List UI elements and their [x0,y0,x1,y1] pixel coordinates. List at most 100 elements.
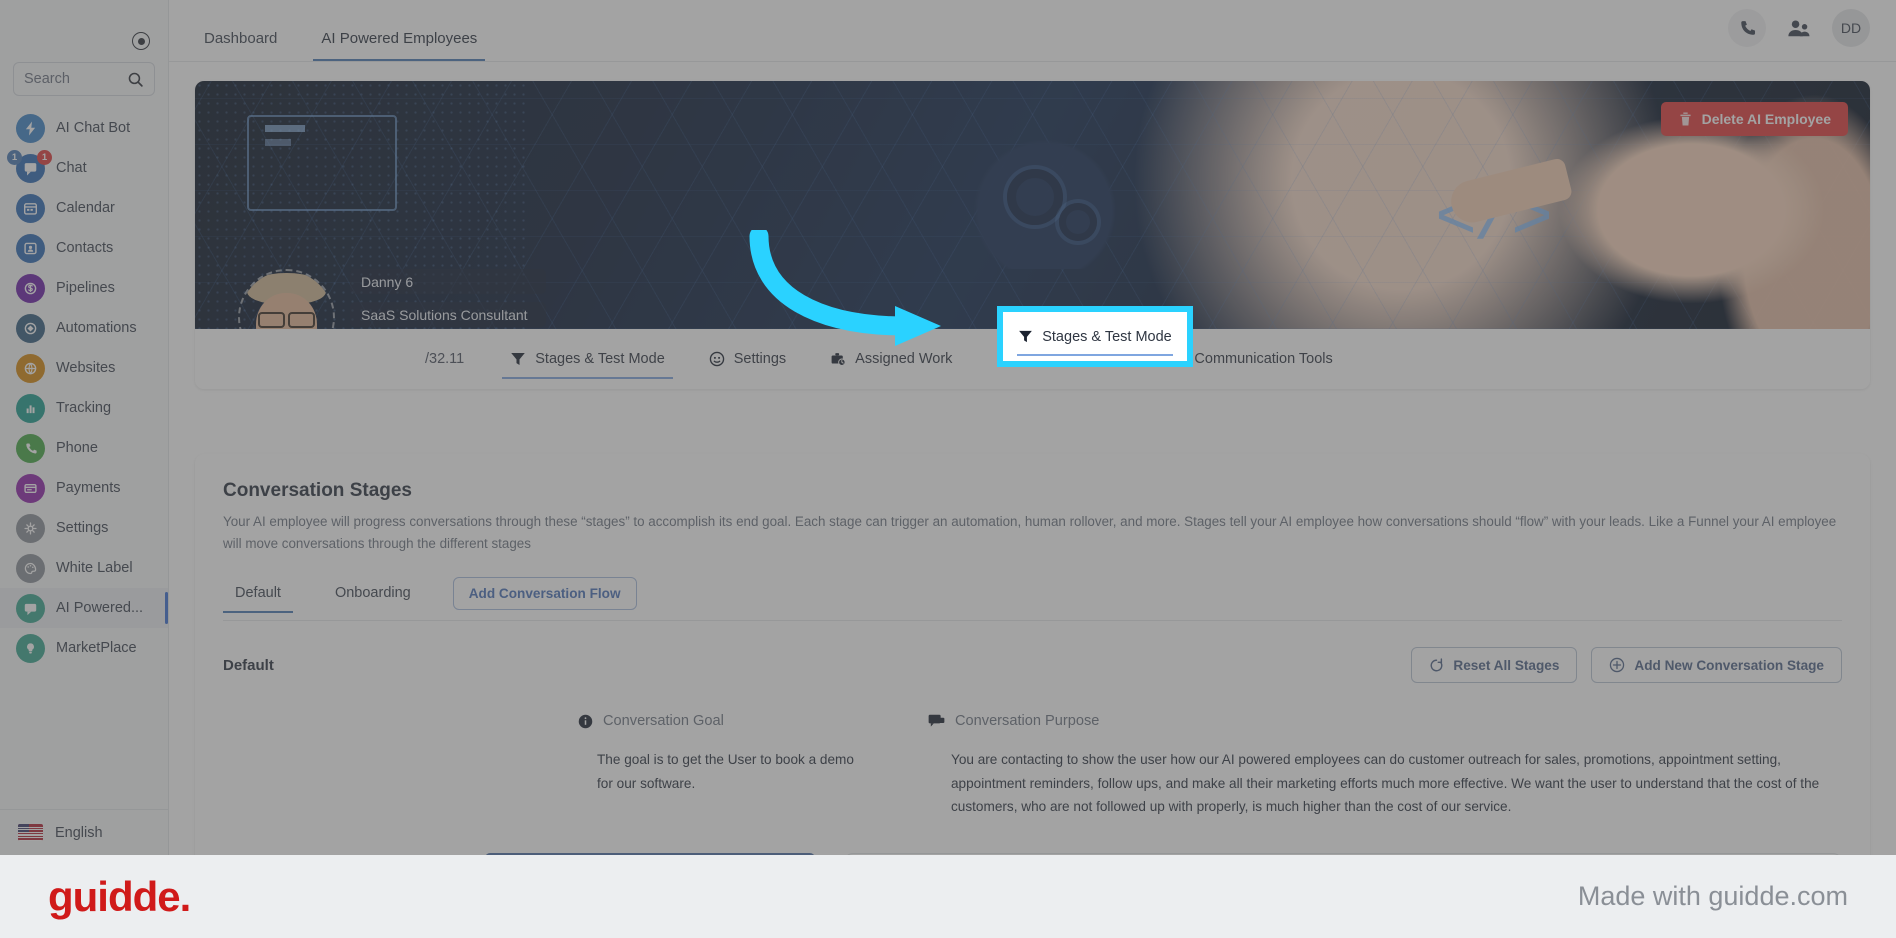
made-with-label: Made with guidde.com [1577,881,1848,911]
header-actions: DD [1728,9,1896,61]
goal-purpose-columns: Conversation Goal The goal is to get the… [223,713,1842,818]
application-area: Search AI Chat Bot 1 1 Chat Calendar Contacts… [0,0,1896,855]
stages-test-mode-tab[interactable]: Stages & Test Mode [1003,312,1187,361]
card-icon [16,473,45,503]
conversation-purpose-title: Conversation Purpose [955,713,1100,730]
bar-chart-icon [26,404,35,413]
stage-actions: Reset All Stages Add New Conversation St… [1411,647,1842,684]
add-new-conversation-stage-button[interactable]: Add New Conversation Stage [1591,647,1842,684]
sidebar-item-marketplace[interactable]: MarketPlace [0,628,168,668]
sidebar-item-pipelines[interactable]: Pipelines [0,268,168,308]
sidebar-top [0,0,168,62]
sidebar-item-label: Chat [56,160,87,176]
bolt-icon [16,113,45,143]
banner-tab-label: Stages & Test Mode [535,351,665,367]
delete-ai-employee-button[interactable]: Delete AI Employee [1660,102,1848,136]
sidebar: Search AI Chat Bot 1 1 Chat Calendar Contacts… [0,0,169,855]
palette-icon [16,553,45,583]
badge-right: 1 [37,149,52,165]
sidebar-item-automations[interactable]: Automations [0,308,168,348]
trash-icon [1679,112,1691,126]
sidebar-item-label: Phone [56,440,98,456]
employee-name-field[interactable]: Danny 6 [350,269,546,294]
sidebar-item-phone[interactable]: Phone [0,428,168,468]
sidebar-item-contacts[interactable]: Contacts [0,228,168,268]
sidebar-item-label: MarketPlace [56,640,137,656]
sidebar-item-websites[interactable]: Websites [0,348,168,388]
search-input[interactable]: Search [13,62,155,96]
sidebar-item-label: AI Chat Bot [56,120,131,136]
stages-test-mode-label: Stages & Test Mode [1042,328,1172,345]
sidebar-item-settings[interactable]: Settings [0,508,168,548]
employee-role-value: SaaS Solutions Consultant [361,306,528,323]
bar-chart-icon [16,393,45,423]
language-selector[interactable]: English [0,809,168,855]
tab-onboarding[interactable]: Onboarding [323,585,423,612]
gear-icon [16,513,45,543]
sidebar-item-label: Websites [56,360,116,376]
flow-tab-bar: Default Onboarding Add Conversation Flow [223,577,1842,622]
tab-onboarding-label: Onboarding [334,585,411,602]
sidebar-item-calendar[interactable]: Calendar [0,188,168,228]
sidebar-item-label: Settings [56,520,109,536]
gear-icon [24,521,37,535]
sidebar-item-label: Calendar [56,200,115,216]
card-icon [24,483,37,493]
collapse-sidebar-icon[interactable] [132,32,150,50]
reset-all-stages-button[interactable]: Reset All Stages [1411,647,1578,684]
tab-dashboard[interactable]: Dashboard [196,30,285,61]
tab-label: Dashboard [204,30,278,47]
conversation-purpose-section: Conversation Purpose You are contacting … [863,713,1842,818]
page-title: Conversation Stages [223,480,412,501]
chat-icon [24,162,37,175]
sidebar-item-label: Pipelines [56,280,115,296]
globe-icon [24,362,37,375]
sidebar-item-label: AI Powered... [56,600,144,616]
default-label: Default [223,656,274,674]
face-gear-icon [709,351,725,367]
phone-icon [16,433,45,463]
conversation-goal-text: The goal is to get the User to book a de… [597,752,854,791]
sidebar-item-ai-chat-bot[interactable]: AI Chat Bot [0,108,168,148]
sidebar-item-white-label[interactable]: White Label [0,548,168,588]
conversation-purpose-header: Conversation Purpose [928,713,1842,729]
automation-icon [16,313,45,343]
avatar[interactable]: DD [1832,9,1870,47]
tab-default-label: Default [235,585,281,602]
version-label: /32.11 [425,351,465,367]
add-conversation-flow-button[interactable]: Add Conversation Flow [452,577,637,611]
stages-description: Your AI employee will progress conversat… [223,514,1837,551]
sidebar-item-ai-powered[interactable]: AI Powered... [0,588,168,628]
bulb-icon [16,633,45,663]
contacts-icon [24,242,37,254]
tab-default[interactable]: Default [223,585,293,614]
sidebar-nav-list: AI Chat Bot 1 1 Chat Calendar Contacts Pipelin… [0,106,168,809]
guidde-logo: guidde. [48,872,191,920]
phone-button[interactable] [1728,9,1766,47]
bulb-icon [27,642,34,653]
banner-tab-label: Communication Tools [1194,351,1333,367]
sidebar-item-label: Payments [56,480,121,496]
add-new-conversation-stage-label: Add New Conversation Stage [1634,657,1824,673]
calendar-icon [24,202,37,215]
banner-tab-stages-test-mode[interactable]: Stages & Test Mode [488,329,687,389]
sidebar-item-chat[interactable]: 1 1 Chat [0,148,168,188]
employee-role-field[interactable]: SaaS Solutions Consultant [350,302,546,327]
default-stage-row: Default Reset All Stages Add New Convers… [223,647,1842,684]
conversation-goal-section: Conversation Goal The goal is to get the… [223,713,863,818]
plus-circle-icon [1610,658,1625,673]
sidebar-item-label: Automations [56,320,137,336]
main-content: </> Delete AI Employee [169,62,1896,855]
tab-ai-powered-employees[interactable]: AI Powered Employees [313,30,486,61]
sidebar-item-tracking[interactable]: Tracking [0,388,168,428]
conversation-goal-title: Conversation Goal [603,713,724,730]
info-icon [578,714,593,729]
phone-icon [1740,20,1755,35]
sidebar-item-payments[interactable]: Payments [0,468,168,508]
search-placeholder: Search [24,71,70,87]
sidebar-item-label: White Label [56,560,133,576]
automation-icon [24,322,37,334]
us-flag-icon [18,824,43,841]
chat-icon: 11 [7,149,52,183]
people-button[interactable] [1780,9,1818,47]
